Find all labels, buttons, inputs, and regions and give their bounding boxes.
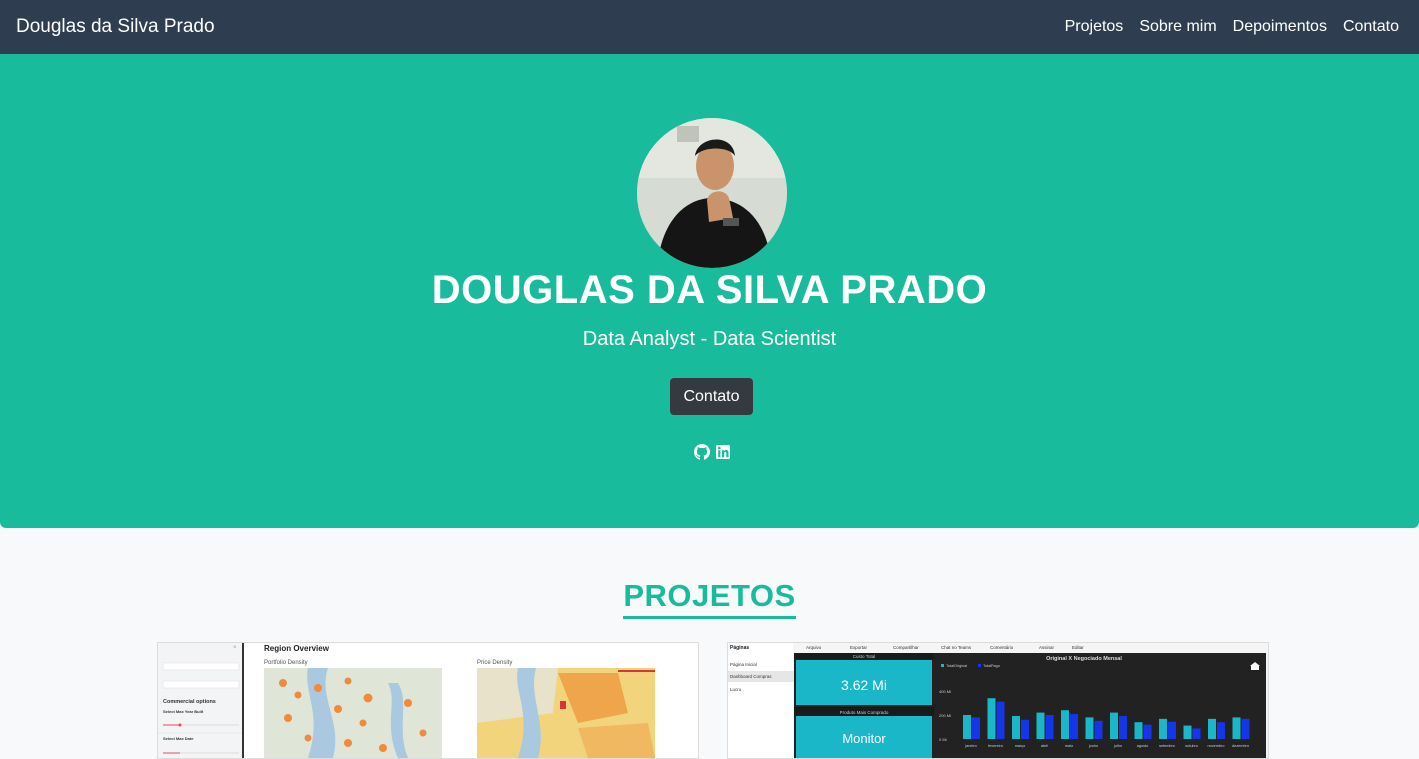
bar-total-pago: [1217, 722, 1225, 739]
project-card-region-overview[interactable]: × Commercial options Select Max Year Bui…: [157, 642, 699, 759]
svg-text:Original X Negociado Mensal: Original X Negociado Mensal: [1046, 656, 1122, 662]
bar-total-original: [1085, 717, 1094, 739]
svg-text:Portfolio Density: Portfolio Density: [264, 660, 308, 666]
month-label: julho: [1113, 744, 1122, 748]
bar-total-pago: [1143, 724, 1152, 739]
profile-avatar: [637, 118, 787, 268]
month-label: novembro: [1208, 744, 1225, 748]
region-overview-title: Region Overview: [264, 644, 330, 653]
bar-total-pago: [1192, 728, 1201, 739]
svg-text:Produto Mais Comprado: Produto Mais Comprado: [840, 710, 889, 715]
profile-photo: [637, 118, 787, 268]
month-label: abril: [1041, 744, 1048, 748]
month-label: março: [1015, 744, 1026, 748]
bar-total-pago: [1119, 715, 1127, 739]
nav-projetos-link[interactable]: Projetos: [1065, 18, 1124, 36]
month-label: janeiro: [964, 744, 976, 748]
svg-text:TotalPago: TotalPago: [983, 664, 1000, 668]
hero-title: DOUGLAS DA SILVA PRADO: [431, 268, 988, 312]
svg-text:TotalOriginal: TotalOriginal: [946, 664, 967, 668]
bar-total-original: [1110, 712, 1118, 739]
github-icon[interactable]: [694, 444, 710, 460]
project-thumbnail-2: Páginas Página Inicial Dashboard Compras…: [728, 643, 1268, 758]
brand-link[interactable]: Douglas da Silva Prado: [16, 16, 215, 38]
svg-text:Editar: Editar: [1072, 645, 1084, 650]
bar-total-pago: [1094, 720, 1103, 739]
social-links: [694, 444, 731, 460]
nav-links: Projetos Sobre mim Depoimentos Contato: [1065, 18, 1399, 36]
bar-total-original: [1208, 718, 1216, 739]
month-label: setembro: [1159, 744, 1175, 748]
month-label: fevereiro: [988, 744, 1003, 748]
bar-total-pago: [1241, 718, 1250, 739]
contato-button[interactable]: Contato: [670, 378, 753, 415]
sidebar-heading: Commercial options: [163, 699, 216, 705]
month-label: maio: [1065, 744, 1073, 748]
projetos-heading: PROJETOS: [623, 578, 796, 619]
month-label: junho: [1088, 744, 1098, 748]
month-label: outubro: [1185, 744, 1198, 748]
hero-section: DOUGLAS DA SILVA PRADO Data Analyst - Da…: [0, 54, 1419, 528]
project-card-dashboard-compras[interactable]: Páginas Página Inicial Dashboard Compras…: [727, 642, 1269, 759]
bar-total-original: [1134, 722, 1143, 739]
bar-total-original: [1183, 725, 1192, 739]
bar-total-original: [1036, 712, 1045, 739]
svg-text:Compartilhar: Compartilhar: [893, 645, 919, 650]
bar-total-original: [1232, 717, 1241, 739]
svg-text:Exportar: Exportar: [850, 645, 868, 650]
svg-text:Página Inicial: Página Inicial: [730, 662, 757, 667]
svg-text:Lucro: Lucro: [730, 687, 742, 692]
bar-total-pago: [1021, 719, 1029, 739]
month-label: agosto: [1137, 744, 1148, 748]
bar-total-original: [987, 698, 996, 739]
project-thumbnail-1: × Commercial options Select Max Year Bui…: [158, 643, 698, 758]
svg-text:Comentário: Comentário: [990, 645, 1014, 650]
kpi-produto: Monitor: [842, 731, 886, 746]
month-label: dezembro: [1232, 744, 1249, 748]
svg-text:Páginas: Páginas: [730, 645, 749, 651]
svg-text:0 Mi: 0 Mi: [939, 737, 947, 742]
svg-text:200 Mi: 200 Mi: [939, 713, 951, 718]
projetos-section-title: PROJETOS: [0, 578, 1419, 619]
bar-total-original: [1159, 718, 1167, 739]
hero-subtitle: Data Analyst - Data Scientist: [582, 328, 837, 350]
navbar: Douglas da Silva Prado Projetos Sobre mi…: [0, 0, 1419, 54]
bar-total-original: [1061, 710, 1069, 739]
bar-total-pago: [996, 701, 1005, 739]
linkedin-icon[interactable]: [715, 444, 731, 460]
bar-total-original: [963, 715, 971, 739]
svg-text:Assinar: Assinar: [1039, 645, 1055, 650]
bar-total-original: [1012, 715, 1020, 739]
bar-total-pago: [1070, 714, 1078, 739]
svg-text:×: ×: [233, 645, 237, 651]
svg-text:Select Max Date: Select Max Date: [163, 736, 194, 741]
bar-total-pago: [972, 717, 980, 739]
svg-text:Arquivo: Arquivo: [806, 645, 822, 650]
nav-depoimentos-link[interactable]: Depoimentos: [1233, 18, 1327, 36]
svg-text:400 Mi: 400 Mi: [939, 689, 951, 694]
svg-text:Custo Total: Custo Total: [853, 654, 875, 659]
bar-total-pago: [1168, 721, 1176, 739]
nav-sobre-mim-link[interactable]: Sobre mim: [1139, 18, 1216, 36]
svg-text:Select Max Year Built: Select Max Year Built: [163, 709, 204, 714]
nav-contato-link[interactable]: Contato: [1343, 18, 1399, 36]
kpi-custo-total: 3.62 Mi: [841, 677, 887, 693]
svg-text:Dashboard Compras: Dashboard Compras: [730, 674, 772, 679]
svg-text:Chat no Teams: Chat no Teams: [941, 645, 972, 650]
bar-total-pago: [1045, 715, 1054, 739]
svg-text:Price Density: Price Density: [477, 660, 512, 666]
